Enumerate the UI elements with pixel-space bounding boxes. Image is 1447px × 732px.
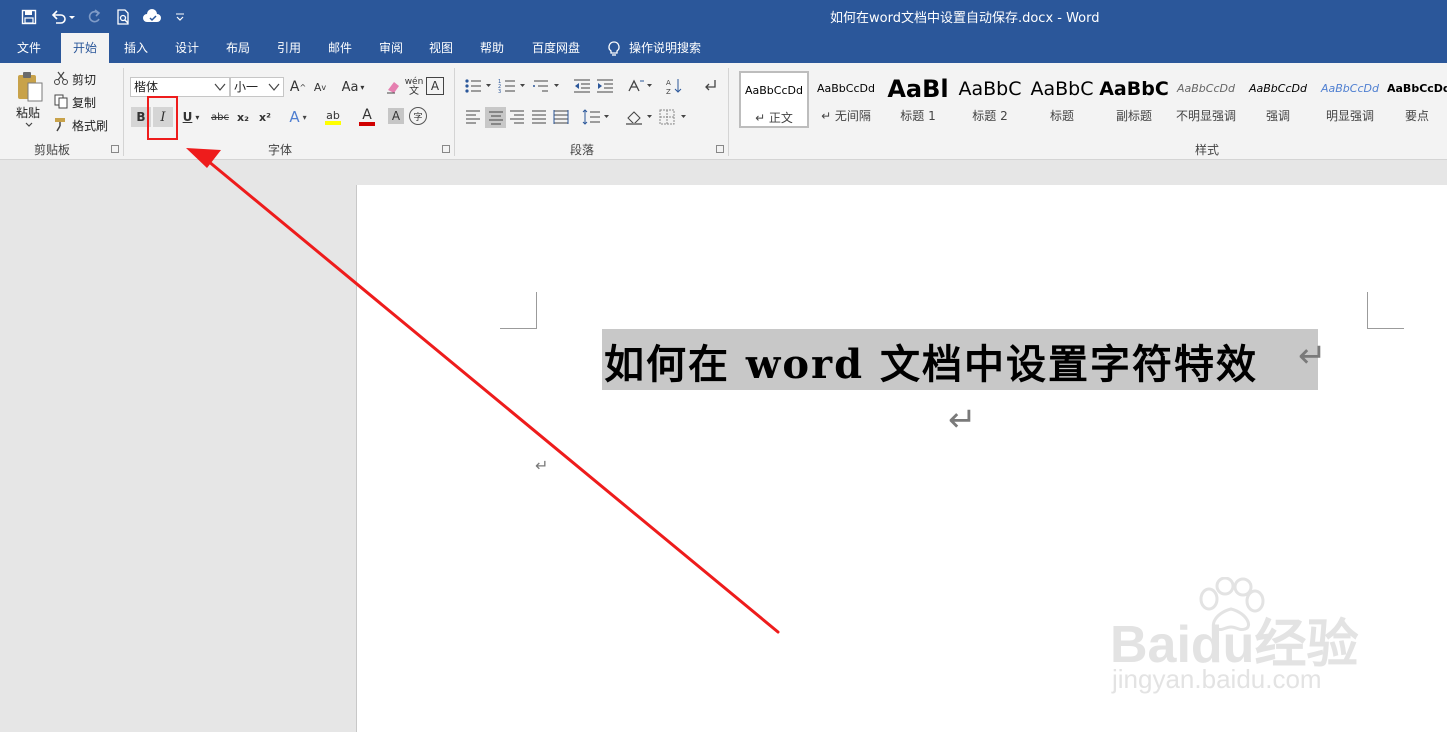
annotation-arrow-icon: [186, 148, 780, 634]
